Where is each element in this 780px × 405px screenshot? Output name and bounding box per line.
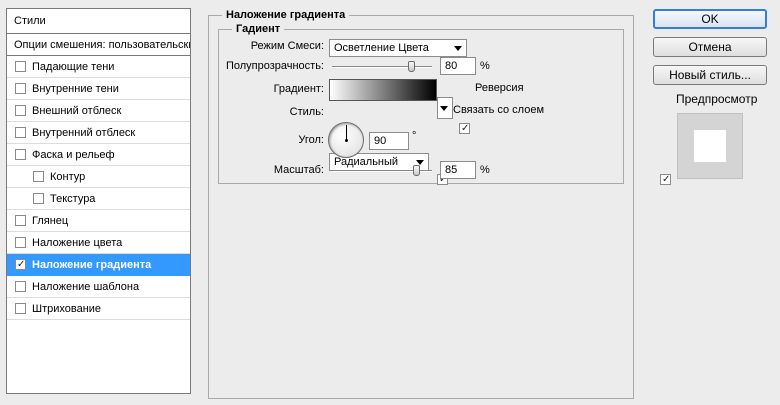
style-item-label: Падающие тени	[32, 60, 115, 73]
style-item-checkbox[interactable]	[15, 303, 26, 314]
style-label: Стиль:	[289, 106, 324, 118]
gradient-overlay-title: Наложение градиента	[222, 9, 350, 21]
style-item-label: Наложение шаблона	[32, 280, 140, 293]
style-item[interactable]: Падающие тени	[7, 56, 190, 78]
reverse-checkbox[interactable]	[459, 123, 470, 134]
style-item-checkbox[interactable]	[15, 281, 26, 292]
style-item-label: Текстура	[50, 192, 96, 205]
preview-label: Предпросмотр	[676, 92, 758, 106]
style-item-label: Внешний отблеск	[32, 104, 122, 117]
style-item[interactable]: Контур	[7, 166, 190, 188]
angle-label: Угол:	[298, 134, 324, 146]
scale-unit: %	[480, 164, 490, 176]
gradient-label: Градиент:	[273, 83, 324, 95]
scale-slider-thumb[interactable]	[413, 165, 420, 176]
style-item-label: Внутренние тени	[32, 82, 119, 95]
gradient-subgroup-title: Гадиент	[232, 23, 285, 35]
style-item-checkbox[interactable]	[33, 171, 44, 182]
style-item[interactable]: Фаска и рельеф	[7, 144, 190, 166]
gradient-preview-bar[interactable]	[329, 79, 437, 101]
style-item[interactable]: Глянец	[7, 210, 190, 232]
style-item-label: Контур	[50, 170, 86, 183]
angle-dial[interactable]	[328, 122, 364, 158]
blending-options-item[interactable]: Опции смешения: пользовательские	[7, 34, 190, 56]
opacity-unit: %	[480, 60, 490, 72]
blend-mode-label: Режим Смеси:	[250, 40, 324, 52]
opacity-slider-thumb[interactable]	[408, 61, 415, 72]
style-item-checkbox[interactable]	[15, 127, 26, 138]
style-item-checkbox[interactable]	[15, 83, 26, 94]
style-item-checkbox[interactable]	[15, 215, 26, 226]
style-item-label: Фаска и рельеф	[32, 148, 115, 161]
opacity-label: Полупрозрачность:	[225, 60, 324, 72]
scale-label: Масштаб:	[273, 164, 324, 176]
opacity-input[interactable]: 80	[440, 57, 476, 75]
preview-checkbox[interactable]	[660, 174, 671, 185]
blend-mode-dropdown[interactable]: Осветление Цвета	[329, 39, 467, 57]
reverse-label: Реверсия	[475, 82, 524, 94]
cancel-button[interactable]: Отмена	[653, 37, 767, 57]
style-item[interactable]: Внутренние тени	[7, 78, 190, 100]
chevron-down-icon	[454, 46, 462, 51]
style-item-label: Наложение градиента	[32, 258, 152, 271]
style-preview-thumbnail	[677, 113, 743, 179]
align-with-layer-label: Связать со слоем	[453, 104, 545, 116]
style-item-checkbox[interactable]	[33, 193, 44, 204]
style-item[interactable]: Наложение градиента	[7, 254, 190, 276]
style-item[interactable]: Текстура	[7, 188, 190, 210]
style-item-checkbox[interactable]	[15, 61, 26, 72]
style-item-label: Наложение цвета	[32, 236, 123, 249]
style-item[interactable]: Штрихование	[7, 298, 190, 320]
style-item[interactable]: Наложение шаблона	[7, 276, 190, 298]
style-item[interactable]: Внутренний отблеск	[7, 122, 190, 144]
gradient-picker-button[interactable]	[437, 97, 453, 119]
style-item-checkbox[interactable]	[15, 259, 26, 270]
angle-dial-center	[345, 139, 348, 142]
style-item-checkbox[interactable]	[15, 105, 26, 116]
style-item-label: Штрихование	[32, 302, 102, 315]
opacity-slider-track[interactable]	[332, 66, 432, 68]
ok-button[interactable]: OK	[653, 9, 767, 29]
style-item[interactable]: Внешний отблеск	[7, 100, 190, 122]
style-item-checkbox[interactable]	[15, 149, 26, 160]
styles-header[interactable]: Стили	[7, 9, 190, 34]
style-item[interactable]: Наложение цвета	[7, 232, 190, 254]
styles-list-panel: Стили Опции смешения: пользовательские П…	[6, 8, 191, 394]
chevron-down-icon	[440, 106, 448, 111]
style-preview-swatch	[694, 130, 726, 162]
style-item-label: Глянец	[32, 214, 69, 227]
new-style-button[interactable]: Новый стиль...	[653, 65, 767, 85]
style-item-checkbox[interactable]	[15, 237, 26, 248]
style-items-list: Падающие тени Внутренние тени Внешний отбл…	[7, 56, 190, 320]
scale-input[interactable]: 85	[440, 161, 476, 179]
blend-mode-value: Осветление Цвета	[334, 42, 429, 54]
angle-unit: °	[412, 130, 417, 142]
angle-input[interactable]: 90	[369, 132, 409, 150]
style-item-label: Внутренний отблеск	[32, 126, 136, 139]
